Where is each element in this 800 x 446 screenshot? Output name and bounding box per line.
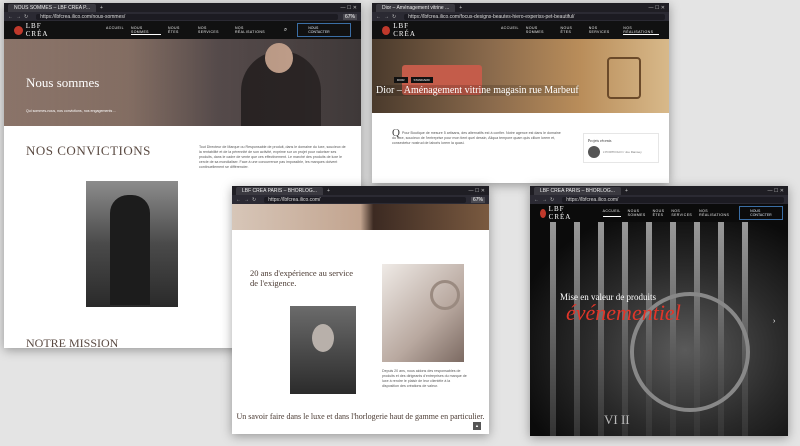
menu-item[interactable]: NOS SERVICES bbox=[671, 209, 692, 217]
logo[interactable]: LBF CRÉA bbox=[382, 22, 431, 38]
main-menu: ACCUEIL NOUS SOMMES NOUS ÊTES NOS SERVIC… bbox=[501, 26, 660, 35]
badge[interactable]: STANDARD bbox=[410, 77, 433, 83]
menu-item[interactable]: NOS RÉALISATIONS bbox=[699, 209, 729, 217]
chevron-right-icon[interactable]: › bbox=[773, 318, 775, 325]
browser-window-dior: Dior – Aménagement vitrine ... + — ☐ ✕ ←… bbox=[372, 3, 669, 183]
menu-item[interactable]: NOUS ÊTES bbox=[168, 26, 191, 35]
search-icon[interactable]: ⌕ bbox=[284, 27, 287, 34]
browser-chrome: LBF CREA PARIS – BHORLOG... + — ☐ ✕ ←→↻ … bbox=[530, 186, 788, 204]
menu-item[interactable]: NOS SERVICES bbox=[589, 26, 617, 35]
window-controls[interactable]: — ☐ ✕ bbox=[768, 188, 784, 194]
clock-numerals: VI II bbox=[604, 412, 630, 427]
widget-title: Projets récents bbox=[588, 138, 612, 143]
zoom-badge[interactable]: 67% bbox=[342, 13, 357, 20]
contact-button[interactable]: NOUS CONTACTER bbox=[297, 23, 351, 37]
address-bar[interactable]: https://lbfcrea.ilico.com/focus-designs-… bbox=[404, 13, 665, 20]
watch-scene-image bbox=[530, 222, 788, 436]
main-menu: ACCUEIL NOUS SOMMES NOUS ÊTES NOS SERVIC… bbox=[106, 26, 274, 35]
menu-item[interactable]: NOS SERVICES bbox=[198, 26, 228, 35]
new-tab-icon[interactable]: + bbox=[327, 188, 330, 194]
zoom-badge[interactable]: 67% bbox=[470, 196, 485, 203]
showroom-image bbox=[382, 264, 464, 362]
window-controls[interactable]: — ☐ ✕ bbox=[341, 5, 357, 11]
portrait-image bbox=[86, 181, 178, 307]
menu-item-active[interactable]: NOUS SOMMES bbox=[130, 26, 161, 35]
new-tab-icon[interactable]: + bbox=[459, 5, 462, 11]
browser-tab[interactable]: LBF CREA PARIS – BHORLOG... bbox=[534, 186, 621, 195]
hero-title-evenementiel: événementiel bbox=[566, 300, 681, 325]
menu-item[interactable]: ACCUEIL bbox=[106, 26, 124, 35]
logo[interactable]: LBF CRÉA bbox=[14, 22, 66, 38]
new-tab-icon[interactable]: + bbox=[625, 188, 628, 194]
window-controls[interactable]: — ☐ ✕ bbox=[649, 5, 665, 11]
browser-tab[interactable]: LBF CREA PARIS – BHORLOG... bbox=[236, 186, 323, 195]
widget-text[interactable]: L'PORTFOLIO / Joe Ramsey bbox=[603, 150, 642, 154]
nav-arrows-icon[interactable]: ←→↻ bbox=[236, 197, 259, 203]
address-bar[interactable]: https://lbfcrea.ilico.com/ bbox=[264, 196, 466, 203]
contact-button[interactable]: NOUS CONTACTER bbox=[739, 206, 783, 220]
section-title-mission: NOTRE MISSION bbox=[26, 336, 119, 348]
section-title-convictions: NOS CONVICTIONS bbox=[26, 143, 151, 158]
main-menu: ACCUEIL NOUS SOMMES NOUS ÊTES NOS SERVIC… bbox=[602, 209, 730, 217]
recent-projects-widget: Projets récents L'PORTFOLIO / Joe Ramsey bbox=[583, 133, 659, 163]
menu-item[interactable]: NOUS ÊTES bbox=[653, 209, 665, 217]
logo-icon bbox=[540, 208, 546, 218]
new-tab-icon[interactable]: + bbox=[100, 5, 103, 11]
hero-subtitle: Qui sommes-nous, nos convictions, nos en… bbox=[26, 109, 117, 113]
badge[interactable]: DIOR bbox=[394, 77, 408, 83]
browser-chrome: Dior – Aménagement vitrine ... + — ☐ ✕ ←… bbox=[372, 3, 669, 21]
logo[interactable]: LBF CRÉA bbox=[540, 205, 575, 221]
hero-image bbox=[372, 39, 669, 113]
site-header: LBF CRÉA ACCUEIL NOUS SOMMES NOUS ÊTES N… bbox=[4, 21, 361, 39]
menu-item[interactable]: NOUS ÊTES bbox=[561, 26, 582, 35]
hero-title: Nous sommes bbox=[26, 75, 100, 90]
browser-chrome: LBF CREA PARIS – BHORLOG... + — ☐ ✕ ←→↻ … bbox=[232, 186, 489, 204]
founder-portrait bbox=[290, 306, 356, 394]
category-badges: DIOR STANDARD bbox=[394, 77, 433, 83]
thumbnail[interactable] bbox=[588, 146, 600, 158]
convictions-text: Tout Directeur de Marque ou Responsable … bbox=[199, 145, 346, 169]
browser-tab[interactable]: Dior – Aménagement vitrine ... bbox=[376, 3, 456, 12]
savoir-faire-heading: Un savoir faire dans le luxe et dans l'h… bbox=[236, 412, 485, 421]
address-bar[interactable]: https://lbfcrea.ilico.com/nous-sommes/ bbox=[36, 13, 338, 20]
browser-window-horlogerie: LBF CREA PARIS – BHORLOG... + — ☐ ✕ ←→↻ … bbox=[232, 186, 489, 434]
nav-arrows-icon[interactable]: ←→↻ bbox=[534, 197, 557, 203]
scroll-top-button[interactable]: ▲ bbox=[473, 422, 481, 430]
logo-icon bbox=[14, 25, 23, 35]
browser-chrome: NOUS SOMMES – LBF CREA P... + — ☐ ✕ ←→↻ … bbox=[4, 3, 361, 21]
site-header: LBF CRÉA ACCUEIL NOUS SOMMES NOUS ÊTES N… bbox=[372, 21, 669, 39]
menu-item-active[interactable]: ACCUEIL bbox=[602, 209, 621, 217]
hero-image: Nous sommes Qui sommes-nous, nos convict… bbox=[4, 39, 361, 126]
chair-shape bbox=[607, 57, 641, 99]
menu-item[interactable]: NOUS SOMMES bbox=[526, 26, 554, 35]
site-header: LBF CRÉA ACCUEIL NOUS SOMMES NOUS ÊTES N… bbox=[530, 204, 788, 222]
browser-tab[interactable]: NOUS SOMMES – LBF CREA P... bbox=[8, 3, 97, 12]
about-caption: Depuis 20 ans, nous aidons des responsab… bbox=[382, 369, 467, 388]
nav-arrows-icon[interactable]: ←→↻ bbox=[376, 14, 399, 20]
menu-item[interactable]: NOS RÉALISATIONS bbox=[235, 26, 274, 35]
logo-icon bbox=[382, 25, 391, 35]
experience-heading: 20 ans d'expérience au service de l'exig… bbox=[250, 268, 354, 288]
nav-arrows-icon[interactable]: ←→↻ bbox=[8, 14, 31, 20]
menu-item[interactable]: NOUS SOMMES bbox=[628, 209, 646, 217]
address-bar[interactable]: https://lbfcrea.ilico.com/ bbox=[562, 196, 784, 203]
menu-item-active[interactable]: NOS RÉALISATIONS bbox=[623, 26, 660, 35]
window-controls[interactable]: — ☐ ✕ bbox=[469, 188, 485, 194]
menu-item[interactable]: ACCUEIL bbox=[501, 26, 519, 35]
article-body: Q Pour Boutique de mesure 5 artisans, de… bbox=[392, 127, 561, 146]
banner-image bbox=[232, 204, 489, 230]
article-title: Dior – Aménagement vitrine magasin rue M… bbox=[376, 85, 579, 96]
